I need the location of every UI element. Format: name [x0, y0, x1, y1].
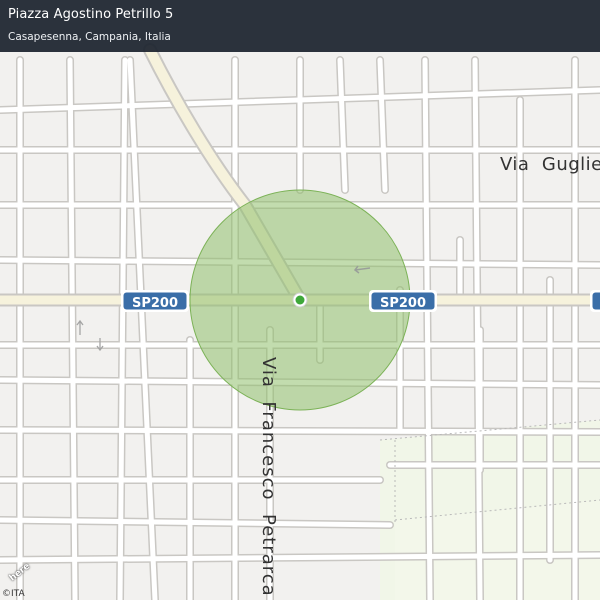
road-shield-label: SP200	[132, 296, 178, 311]
road-shield-partial	[590, 290, 600, 312]
map-canvas[interactable]: SP200 SP200 Via Guglie Via Francesco Pet…	[0, 0, 600, 600]
location-header: Piazza Agostino Petrillo 5 Casapesenna, …	[0, 0, 600, 52]
map-attribution[interactable]: ©ITA	[2, 589, 25, 599]
road-shield-sp200-right: SP200	[369, 290, 437, 312]
place-subtitle: Casapesenna, Campania, Italia	[8, 31, 171, 43]
road-shield-label: SP200	[380, 296, 426, 311]
place-title: Piazza Agostino Petrillo 5	[8, 7, 174, 22]
street-label-via-guglie: Via Guglie	[500, 154, 600, 175]
road-shield-sp200-left: SP200	[121, 290, 189, 312]
street-label-via-francesco: Via Francesco Petrarca	[258, 357, 279, 597]
